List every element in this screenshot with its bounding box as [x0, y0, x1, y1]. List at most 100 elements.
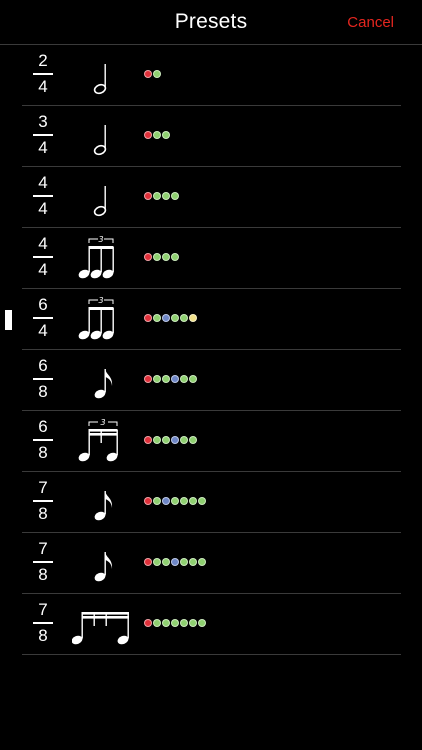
beat-dot-blue	[162, 314, 170, 322]
time-signature: 78	[30, 479, 56, 525]
beat-dot-green	[180, 436, 188, 444]
time-signature: 44	[30, 235, 56, 281]
beat-dot-green	[162, 375, 170, 383]
beat-dot-red	[144, 497, 152, 505]
beat-dot-red	[144, 436, 152, 444]
time-signature-denominator: 4	[38, 137, 48, 157]
preset-row[interactable]: 34	[0, 106, 422, 167]
time-signature-numerator: 7	[38, 539, 48, 558]
fraction-bar	[33, 500, 53, 502]
beat-dot-green	[189, 497, 197, 505]
beat-dots	[144, 131, 170, 140]
beat-dot-green	[153, 131, 161, 139]
eighth-note-icon	[72, 539, 134, 589]
time-signature: 64	[30, 296, 56, 342]
beat-dot-green	[198, 497, 206, 505]
beat-dot-red	[144, 253, 152, 261]
time-signature-denominator: 4	[38, 76, 48, 96]
time-signature-denominator: 8	[38, 381, 48, 401]
time-signature: 24	[30, 52, 56, 98]
beat-dot-green	[153, 497, 161, 505]
time-signature-numerator: 7	[38, 600, 48, 619]
time-signature-denominator: 8	[38, 625, 48, 645]
time-signature-denominator: 8	[38, 564, 48, 584]
time-signature: 44	[30, 174, 56, 220]
beat-dots	[144, 192, 179, 201]
preset-row[interactable]: 78	[0, 472, 422, 533]
beat-dot-blue	[162, 497, 170, 505]
beat-dots	[144, 619, 206, 628]
beat-dot-green	[180, 375, 188, 383]
beat-dot-green	[153, 253, 161, 261]
row-separator	[22, 654, 401, 655]
beat-dot-green	[189, 558, 197, 566]
beat-dots	[144, 375, 197, 384]
beat-dot-blue	[171, 558, 179, 566]
time-signature: 34	[30, 113, 56, 159]
fraction-bar	[33, 73, 53, 75]
preset-row[interactable]: 44 3	[0, 228, 422, 289]
time-signature: 68	[30, 357, 56, 403]
nav-bar: Presets Cancel	[0, 0, 422, 45]
fraction-bar	[33, 134, 53, 136]
beat-dot-red	[144, 131, 152, 139]
beat-dot-green	[198, 558, 206, 566]
fraction-bar	[33, 439, 53, 441]
sixteenth-beamed-icon	[71, 600, 134, 650]
beat-dot-green	[171, 314, 179, 322]
beat-dot-green	[189, 375, 197, 383]
half-note-icon	[72, 51, 134, 101]
beat-dot-green	[153, 619, 161, 627]
beat-dot-green	[162, 253, 170, 261]
beat-dots	[144, 314, 197, 323]
beat-dot-green	[153, 436, 161, 444]
preset-row[interactable]: 78	[0, 533, 422, 594]
beat-dot-green	[171, 192, 179, 200]
beat-dot-green	[153, 375, 161, 383]
cancel-button[interactable]: Cancel	[347, 14, 394, 31]
beat-dots	[144, 497, 206, 506]
time-signature-numerator: 4	[38, 173, 48, 192]
beat-dot-green	[162, 131, 170, 139]
time-signature-denominator: 8	[38, 442, 48, 462]
beat-dot-red	[144, 314, 152, 322]
preset-row[interactable]: 683	[0, 411, 422, 472]
beat-dot-green	[153, 558, 161, 566]
fraction-bar	[33, 317, 53, 319]
time-signature-denominator: 4	[38, 320, 48, 340]
time-signature-numerator: 2	[38, 51, 48, 70]
time-signature-numerator: 6	[38, 295, 48, 314]
beat-dot-blue	[171, 375, 179, 383]
preset-row[interactable]: 78	[0, 594, 422, 655]
fraction-bar	[33, 195, 53, 197]
preset-row[interactable]: 68	[0, 350, 422, 411]
beat-dot-green	[180, 497, 188, 505]
beat-dot-green	[153, 314, 161, 322]
beat-dot-red	[144, 70, 152, 78]
fraction-bar	[33, 256, 53, 258]
beat-dot-green	[189, 619, 197, 627]
beat-dot-green	[189, 436, 197, 444]
preset-row[interactable]: 44	[0, 167, 422, 228]
beat-dot-green	[162, 436, 170, 444]
beat-dot-red	[144, 375, 152, 383]
beat-dot-green	[171, 253, 179, 261]
eighth-triplet-icon: 3	[72, 417, 134, 467]
time-signature-numerator: 4	[38, 234, 48, 253]
beat-dot-green	[162, 619, 170, 627]
time-signature: 78	[30, 601, 56, 647]
preset-row[interactable]: 643	[0, 289, 422, 350]
quarter-triplet-icon: 3	[72, 234, 134, 284]
beat-dot-green	[171, 619, 179, 627]
triplet-label: 3	[98, 235, 103, 244]
beat-dot-green	[162, 192, 170, 200]
beat-dot-green	[180, 619, 188, 627]
preset-row[interactable]: 24	[0, 45, 422, 106]
beat-dot-green	[153, 192, 161, 200]
beat-dot-green	[171, 497, 179, 505]
time-signature-numerator: 6	[38, 356, 48, 375]
beat-dot-green	[153, 70, 161, 78]
beat-dots	[144, 558, 206, 567]
beat-dot-green	[198, 619, 206, 627]
eighth-note-icon	[72, 478, 134, 528]
